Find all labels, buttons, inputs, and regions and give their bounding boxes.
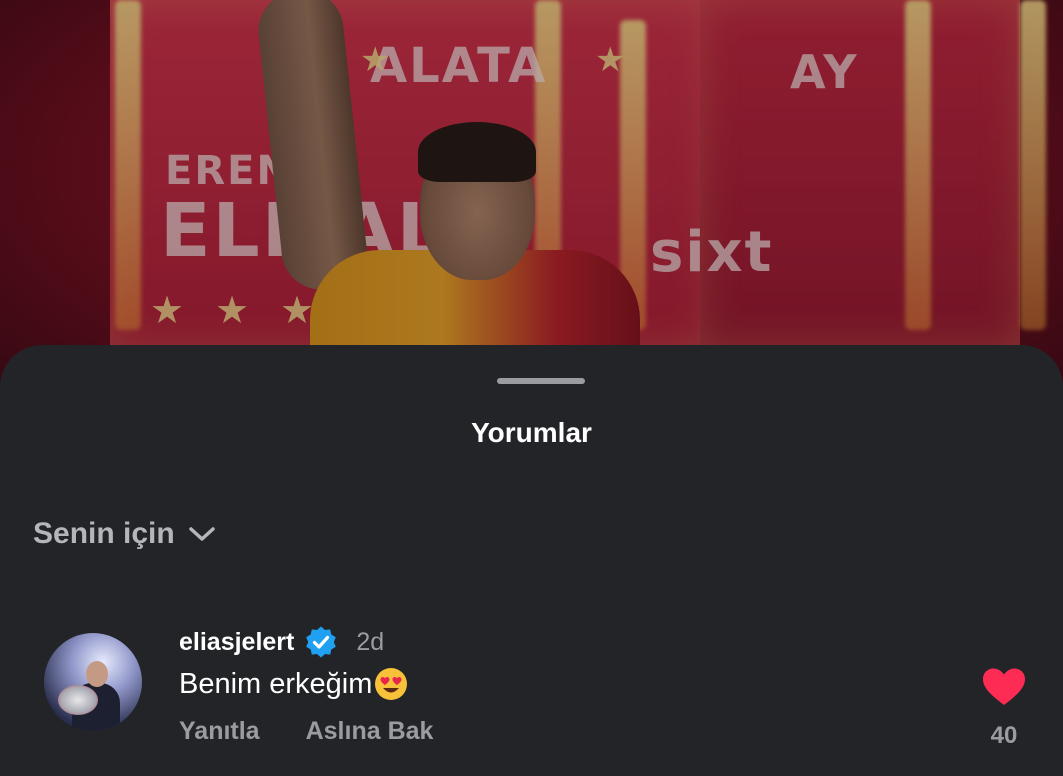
heart-icon — [981, 667, 1027, 712]
see-original-button[interactable]: Aslına Bak — [306, 717, 434, 746]
verified-badge-icon — [304, 625, 338, 659]
comment-username[interactable]: eliasjelert — [179, 628, 294, 657]
avatar[interactable] — [44, 633, 142, 731]
chevron-down-icon — [187, 524, 217, 544]
comments-sheet: Yorumlar Senin için eliasjelert 2d Benim… — [0, 345, 1063, 776]
like-button[interactable]: 40 — [978, 667, 1030, 750]
comment-item: eliasjelert 2d Benim erkeğim Yanıtla Asl… — [0, 625, 1063, 755]
comment-sort-dropdown[interactable]: Senin için — [33, 517, 217, 551]
comment-actions: Yanıtla Aslına Bak — [179, 717, 433, 746]
comment-timestamp: 2d — [356, 627, 385, 656]
heart-eyes-emoji-icon — [374, 667, 408, 701]
comment-body: Benim erkeğim — [179, 667, 408, 701]
reply-button[interactable]: Yanıtla — [179, 717, 260, 746]
comment-text: Benim erkeğim — [179, 667, 373, 700]
comments-screen: ALATA EREN ELMALI sixt AY ★ ★ ★ ★ ★ Yoru… — [0, 0, 1063, 776]
comment-header: eliasjelert 2d — [179, 625, 384, 659]
sheet-drag-handle[interactable] — [497, 378, 585, 384]
like-count: 40 — [990, 722, 1018, 749]
comment-sort-label: Senin için — [33, 517, 175, 550]
sheet-title: Yorumlar — [471, 417, 592, 448]
